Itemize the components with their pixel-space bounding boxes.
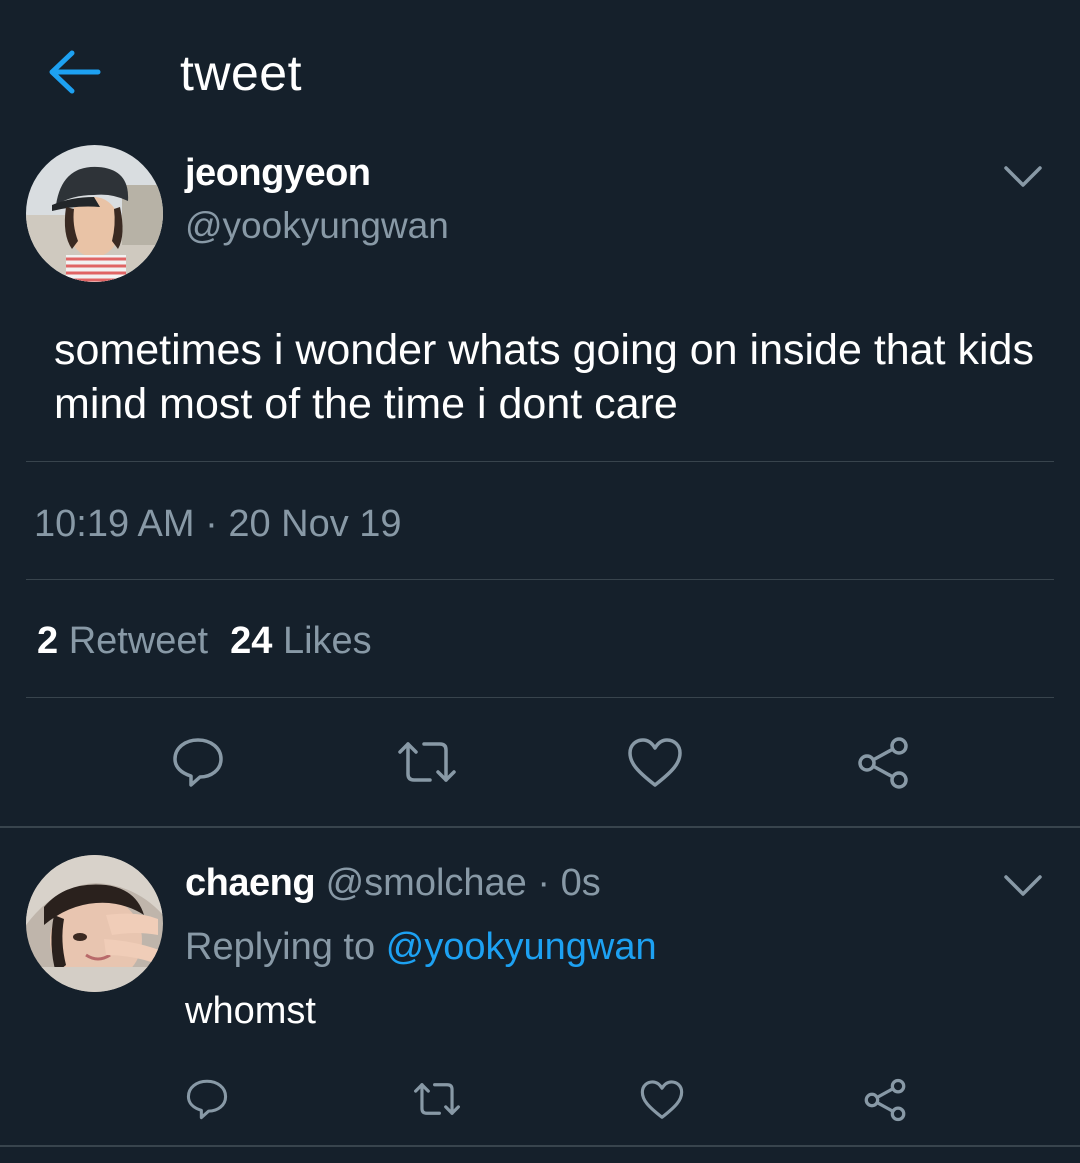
reply-user-handle[interactable]: @smolchae (326, 862, 527, 904)
display-name[interactable]: jeongyeon (185, 152, 371, 195)
retweet-icon[interactable] (396, 738, 458, 786)
like-count[interactable]: 24 Likes (230, 620, 372, 662)
chevron-down-icon[interactable] (1003, 873, 1043, 899)
share-icon[interactable] (863, 1078, 907, 1122)
tweet-text: sometimes i wonder whats going on inside… (54, 326, 1034, 428)
reply-time: 0s (560, 862, 601, 904)
user-handle[interactable]: @yookyungwan (185, 205, 449, 247)
chevron-down-icon[interactable] (1003, 164, 1043, 190)
back-arrow-icon[interactable] (48, 48, 102, 96)
top-bar: tweet (0, 0, 1080, 140)
share-icon[interactable] (856, 736, 910, 790)
engagement-stats: 2 Retweet 24 Likes (37, 620, 372, 663)
tweet-timestamp: 10:19 AM · 20 Nov 19 (34, 503, 402, 545)
page-title: tweet (180, 45, 303, 101)
heart-icon[interactable] (640, 1079, 684, 1121)
divider (0, 1145, 1080, 1147)
reply-display-name[interactable]: chaeng (185, 862, 316, 904)
divider (26, 697, 1054, 698)
reply-icon[interactable] (172, 736, 224, 788)
replying-to: Replying to @yookyungwan (185, 926, 657, 969)
retweet-count[interactable]: 2 Retweet (37, 620, 208, 662)
reply-header: chaeng @smolchae · 0s (185, 862, 601, 905)
retweet-icon[interactable] (412, 1080, 462, 1118)
divider (26, 461, 1054, 462)
divider (0, 826, 1080, 828)
divider (26, 579, 1054, 580)
replying-to-label: Replying to (185, 926, 376, 968)
heart-icon[interactable] (627, 737, 683, 789)
reply-text: whomst (185, 990, 316, 1032)
avatar[interactable] (26, 855, 163, 992)
avatar[interactable] (26, 145, 163, 282)
reply-icon[interactable] (186, 1078, 228, 1120)
replying-to-handle-link[interactable]: @yookyungwan (386, 926, 657, 968)
separator-dot: · (537, 862, 551, 904)
